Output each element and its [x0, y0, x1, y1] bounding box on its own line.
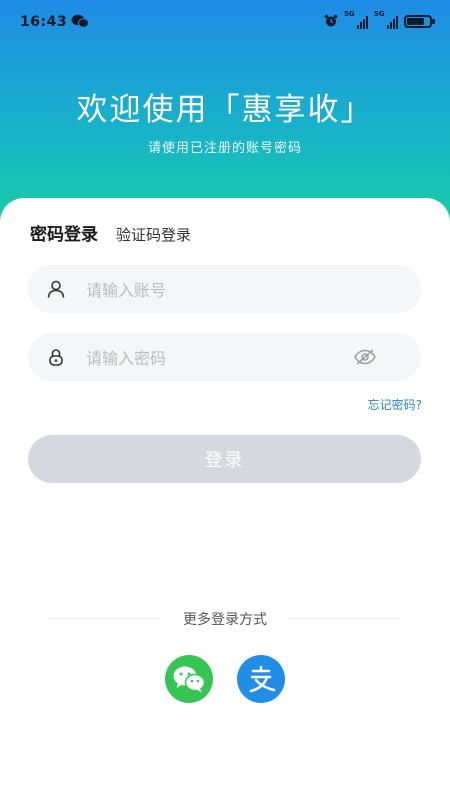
battery-level — [407, 17, 424, 25]
status-bar: 16:43 5G 5G — [0, 0, 450, 44]
divider-line-right — [290, 618, 400, 619]
wechat-notification-icon — [71, 14, 89, 28]
alarm-icon — [324, 14, 338, 27]
eye-hidden-icon[interactable] — [353, 347, 377, 367]
signal-2-label: 5G — [374, 10, 385, 18]
tab-code-login[interactable]: 验证码登录 — [116, 224, 191, 245]
wechat-login-button[interactable] — [165, 655, 213, 703]
status-time: 16:43 — [20, 14, 68, 30]
account-placeholder: 请输入账号 — [86, 281, 167, 300]
tab-password-login[interactable]: 密码登录 — [30, 220, 98, 245]
alipay-login-button[interactable] — [237, 655, 285, 703]
lock-icon — [49, 349, 63, 366]
battery-icon — [404, 14, 435, 28]
welcome-title: 欢迎使用「惠享收」 — [76, 92, 374, 128]
account-input[interactable]: 请输入账号 — [28, 265, 421, 313]
login-card: 密码登录 验证码登录 请输入账号 请输入密码 忘记密码? 登录 更多登录方式 — [0, 198, 450, 800]
password-input[interactable]: 请输入密码 — [28, 333, 421, 381]
more-login-label: 更多登录方式 — [183, 612, 267, 628]
more-login-divider: 更多登录方式 — [0, 608, 450, 628]
signal-icon: 5G — [344, 10, 368, 29]
login-button-label: 登录 — [204, 450, 245, 471]
signal-icon: 5G — [374, 10, 398, 29]
forgot-password-link[interactable]: 忘记密码? — [368, 396, 422, 413]
wechat-icon — [173, 666, 206, 693]
login-tabs: 密码登录 验证码登录 — [30, 220, 191, 245]
user-icon — [47, 280, 65, 298]
password-placeholder: 请输入密码 — [86, 349, 167, 368]
login-button[interactable]: 登录 — [28, 435, 421, 483]
signal-1-label: 5G — [344, 10, 355, 18]
welcome-subtitle: 请使用已注册的账号密码 — [147, 141, 302, 156]
alipay-icon — [249, 665, 276, 693]
